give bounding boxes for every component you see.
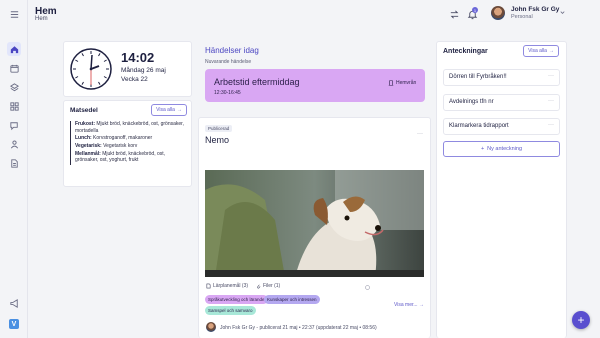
people-icon[interactable] xyxy=(7,137,21,151)
document-icon[interactable] xyxy=(7,156,21,170)
notification-badge: 1 xyxy=(472,7,478,13)
menu-item: Mellanmål: Mjukt bröd, knäckebröd, ost, … xyxy=(75,150,166,164)
plus-icon: + xyxy=(480,146,485,152)
menu-show-all-label: Visa alla xyxy=(156,107,175,113)
tag[interactable]: Språkutveckling och lärande xyxy=(205,295,268,304)
chat-icon[interactable] xyxy=(7,118,21,132)
show-more-link[interactable]: Visa mer... → xyxy=(394,302,424,308)
menu-show-all-button[interactable]: Visa alla → xyxy=(151,104,187,116)
note-menu-icon[interactable]: ··· xyxy=(548,98,554,104)
clock-date: Måndag 26 maj xyxy=(121,67,166,74)
note-menu-icon[interactable]: ··· xyxy=(548,122,554,128)
menu-card: Matsedel Visa alla → Frukost: Mjukt bröd… xyxy=(63,100,192,187)
chevron-down-icon[interactable] xyxy=(559,9,566,16)
menu-icon[interactable] xyxy=(7,7,21,21)
user-role: Personal xyxy=(511,14,533,20)
event-title: Arbetstid eftermiddag xyxy=(214,77,300,87)
arrow-right-icon: → xyxy=(548,48,554,54)
menu-item: Vegetarisk: Vegetarisk korv xyxy=(75,142,138,149)
events-subtitle: Nuvarande händelse xyxy=(205,59,252,65)
events-title: Händelser idag xyxy=(205,46,259,55)
user-name[interactable]: John Fsk Gr Gy xyxy=(511,6,559,13)
arrow-right-icon: → xyxy=(176,107,182,113)
dog-photo xyxy=(205,170,424,277)
files-link[interactable]: Filer (1) xyxy=(256,283,280,289)
door-icon xyxy=(388,80,394,86)
clock-card: 14:02 Måndag 26 maj Vecka 22 xyxy=(63,41,192,97)
document-icon xyxy=(206,283,211,289)
paperclip-icon xyxy=(257,284,261,289)
menu-item: Lunch: Korvstroganoff, makaroner xyxy=(75,135,153,142)
author-line: John Fsk Gr Gy - publicerat 21 maj • 22:… xyxy=(220,325,377,331)
post-title: Nemo xyxy=(205,135,230,145)
note-menu-icon[interactable]: ··· xyxy=(548,73,554,79)
post-photo[interactable] xyxy=(205,170,424,277)
notes-title: Anteckningar xyxy=(443,48,488,55)
menu-item: Frukost: Mjukt bröd, knäckebröd, ost, gr… xyxy=(75,121,184,134)
lesson-plans-link[interactable]: Lärplanemål (3) xyxy=(206,283,248,289)
megaphone-icon[interactable] xyxy=(7,296,21,310)
home-icon[interactable] xyxy=(7,42,21,56)
layers-icon[interactable] xyxy=(7,80,21,94)
sidebar: V xyxy=(0,0,28,338)
app: V Hem Hem 1 John Fsk Gr Gy Personal 14:0… xyxy=(0,0,600,338)
note-item[interactable]: Dörren till Fyrbråken!! ··· xyxy=(443,69,560,86)
info-icon[interactable] xyxy=(365,285,370,290)
grid-icon[interactable] xyxy=(7,99,21,113)
event-time: 12:30-16:45 xyxy=(214,90,241,96)
tag[interactable]: Kunskaper och intressen xyxy=(264,295,320,304)
add-fab-button[interactable]: + xyxy=(572,311,590,329)
app-logo: V xyxy=(9,319,19,329)
status-badge: Publicerad xyxy=(205,125,233,132)
avatar[interactable] xyxy=(491,6,505,20)
calendar-icon[interactable] xyxy=(7,61,21,75)
note-item[interactable]: Avdelnings tfn nr ··· xyxy=(443,94,560,111)
menu-list: Frukost: Mjukt bröd, knäckebröd, ost, gr… xyxy=(70,121,187,165)
new-note-button[interactable]: + Ny anteckning xyxy=(443,141,560,157)
clock-week: Vecka 22 xyxy=(121,76,148,83)
clock-time: 14:02 xyxy=(121,50,155,65)
note-item[interactable]: Klarmarkera tidrapport ··· xyxy=(443,118,560,135)
author-avatar xyxy=(206,322,216,332)
menu-title: Matsedel xyxy=(70,107,98,114)
notes-show-all-button[interactable]: Visa alla → xyxy=(523,45,559,57)
swap-icon[interactable] xyxy=(449,9,460,20)
breadcrumb[interactable]: Hem xyxy=(35,16,48,22)
analog-clock xyxy=(70,48,112,90)
event-room: Hemvrån xyxy=(388,80,416,86)
tag[interactable]: Samspel och samvaro xyxy=(205,306,256,315)
post-menu-button[interactable]: ··· xyxy=(417,131,423,137)
